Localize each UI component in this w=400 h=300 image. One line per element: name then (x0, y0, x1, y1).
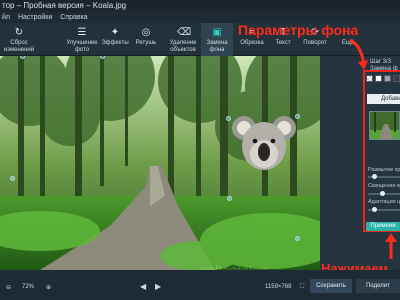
remove-objects-button[interactable]: ⌫ Удаление объектов (166, 23, 200, 56)
zoom-out-icon[interactable]: ⊖ (6, 284, 11, 291)
slider-knob[interactable] (372, 207, 377, 212)
zoom-in-icon[interactable]: ⊕ (46, 284, 51, 291)
color-adapt-slider[interactable] (368, 207, 400, 212)
replace-background-button[interactable]: ▣ Замена фона (201, 23, 233, 56)
gray-swatch[interactable] (384, 75, 391, 82)
selection-handle[interactable] (295, 236, 300, 241)
menu-settings[interactable]: Настройки (18, 14, 52, 21)
koala-image[interactable] (232, 114, 296, 174)
sliders-icon: ☰ (77, 27, 87, 38)
callout-arrow-icon (349, 38, 368, 70)
share-button[interactable]: Поделит (356, 279, 400, 293)
reset-changes-button[interactable]: ↻ Сброс изменений (2, 23, 36, 56)
prev-image-icon[interactable]: ◀ (140, 282, 146, 291)
bottom-bar: ⊖ 72% ⊕ ◀ ▶ 1159×768 ⛶ Сохранить Поделит (0, 270, 400, 300)
menu-help[interactable]: Справка (60, 14, 87, 21)
background-replace-icon: ▣ (212, 27, 222, 38)
zoom-level: 72% (22, 284, 35, 290)
enhance-photo-button[interactable]: ☰ Улучшение фото (64, 23, 100, 56)
background-thumbnail[interactable] (369, 111, 400, 140)
eraser-icon: ⌫ (177, 27, 192, 38)
app-window: тор – Пробная версия – Koala.jpg йл Наст… (0, 0, 400, 300)
slider-knob[interactable] (380, 191, 385, 196)
reset-icon: ↻ (14, 27, 24, 38)
white-swatch[interactable] (375, 75, 382, 82)
image-size: 1159×768 (265, 284, 292, 290)
add-image-button[interactable]: Добави (367, 94, 400, 104)
photo-canvas[interactable] (0, 56, 320, 270)
edge-offset-slider[interactable] (368, 191, 400, 196)
window-title: тор – Пробная версия – Koala.jpg (0, 0, 400, 12)
retouch-button[interactable]: ◎ Ретушь (132, 23, 160, 56)
next-image-icon[interactable]: ▶ (155, 282, 161, 291)
edge-blur-slider[interactable] (368, 174, 400, 179)
edge-blur-label: Размытие кр (368, 167, 400, 173)
dark-swatch[interactable] (393, 75, 400, 82)
transparent-swatch[interactable] (366, 75, 373, 82)
menu-file[interactable]: йл (2, 14, 10, 21)
selection-handle[interactable] (295, 114, 300, 119)
callout-background-params: Параметры фона (238, 22, 359, 38)
fit-screen-icon[interactable]: ⛶ (300, 284, 304, 291)
selection-handle[interactable] (226, 116, 231, 121)
save-button[interactable]: Сохранить (310, 279, 352, 293)
apply-button[interactable]: Примени (366, 222, 400, 231)
edge-offset-label: Смещение кра (368, 183, 400, 189)
effects-button[interactable]: ✦ Эффекты (101, 23, 129, 56)
color-adapt-label: Адаптация цв (368, 199, 400, 205)
slider-knob[interactable] (372, 174, 377, 179)
callout-arrow-icon (385, 233, 397, 259)
effects-icon: ✦ (110, 27, 120, 38)
selection-handle[interactable] (227, 196, 232, 201)
retouch-icon: ◎ (141, 27, 151, 38)
selection-handle[interactable] (10, 176, 15, 181)
